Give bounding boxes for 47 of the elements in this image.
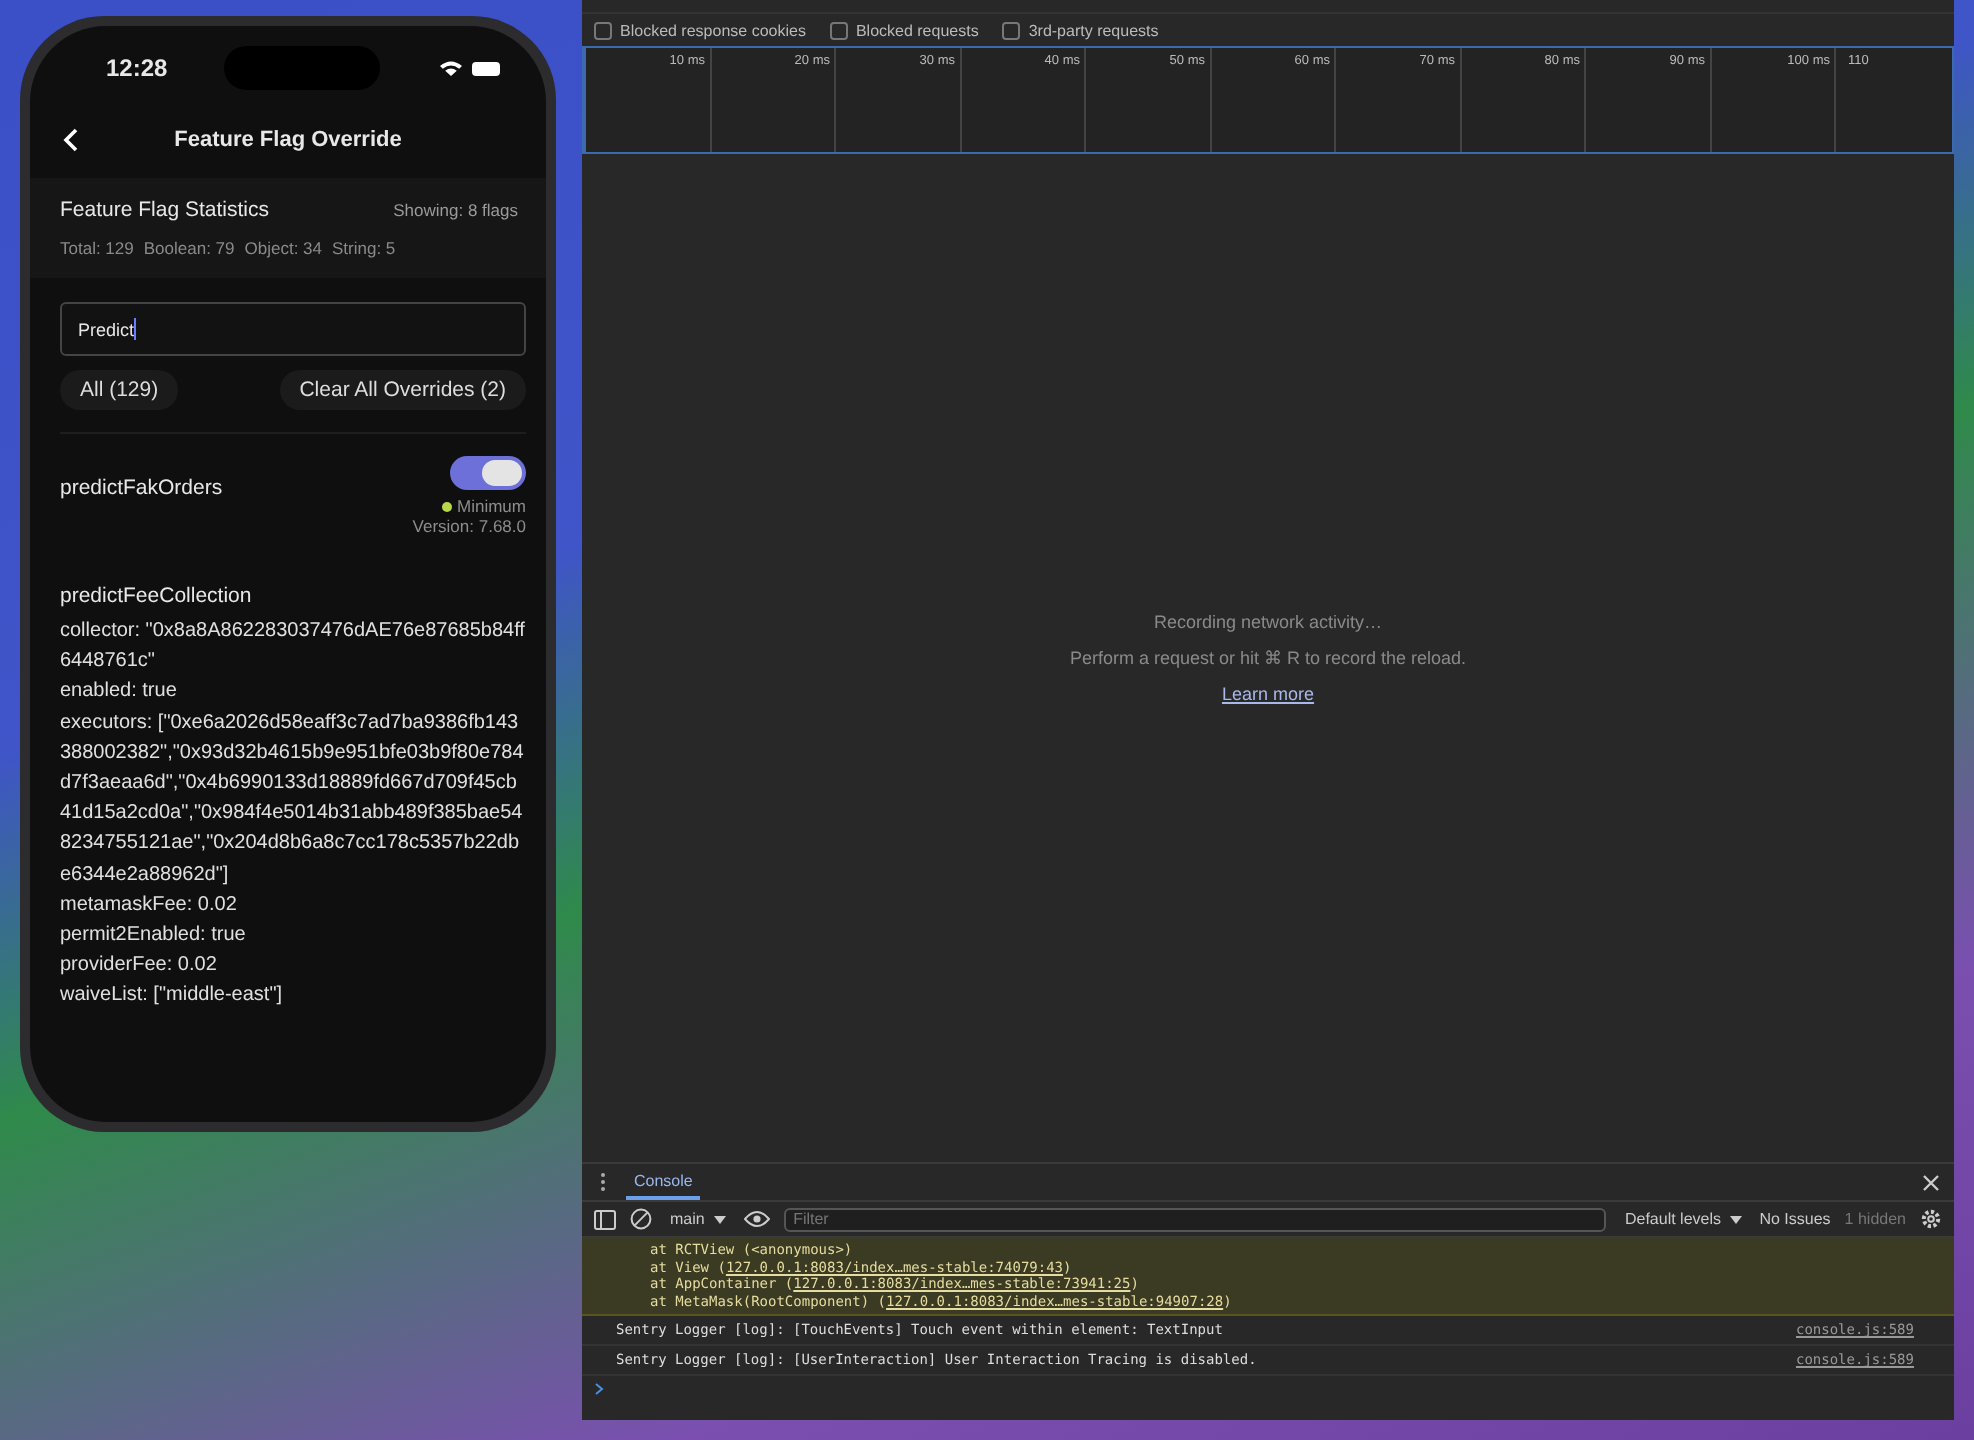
levels-dropdown[interactable]: Default levels <box>1620 1210 1746 1228</box>
stats-title: Feature Flag Statistics <box>60 198 269 222</box>
flag-property: waiveList: ["middle-east"] <box>60 982 285 1011</box>
issues-label: No Issues <box>1759 1210 1831 1228</box>
version-label: Version: 7.68.0 <box>412 516 526 536</box>
prompt-icon[interactable] <box>594 1382 604 1396</box>
stat-count: Total: 129 <box>60 238 134 258</box>
learn-more-link[interactable]: Learn more <box>1221 684 1315 704</box>
filter-checkbox[interactable]: Blocked requests <box>829 21 979 39</box>
flag-property: metamaskFee: 0.02 <box>60 891 239 920</box>
requirement-label: Minimum <box>457 496 526 516</box>
empty-hint: Perform a request or hit ⌘ R to record the reload. <box>1069 648 1467 668</box>
status-dot-icon <box>441 501 452 511</box>
wifi-icon <box>440 60 462 76</box>
console-filter-field[interactable]: Filter <box>783 1207 1607 1231</box>
sidebar-icon[interactable] <box>594 1209 616 1229</box>
flag-property: collector: "0x8a8A862283037476dAE76e87685b84ff6448761c" <box>60 618 526 677</box>
flag-property: permit2Enabled: true <box>60 922 248 951</box>
stat-count: Boolean: 79 <box>143 238 235 258</box>
status-time: 12:28 <box>106 54 168 82</box>
flag-property: enabled: true <box>60 678 179 707</box>
context-dropdown[interactable]: main <box>666 1210 730 1228</box>
close-icon[interactable] <box>1922 1173 1940 1191</box>
battery-icon <box>472 61 502 75</box>
filter-button[interactable]: Clear All Overrides (2) <box>279 370 526 410</box>
showing-count: Showing: 8 flags <box>393 200 518 220</box>
flag-name: predictFakOrders <box>60 476 223 504</box>
empty-title: Recording network activity… <box>1153 612 1383 632</box>
search-field[interactable]: Predict <box>60 302 526 356</box>
screen-title: Feature Flag Override <box>172 128 404 152</box>
settings-icon[interactable] <box>1920 1208 1942 1230</box>
stat-count: Object: 34 <box>244 238 322 258</box>
flag-name: predictFeeCollection <box>60 584 254 608</box>
toggle-switch[interactable] <box>450 456 526 490</box>
back-icon[interactable] <box>62 128 78 152</box>
clear-icon[interactable] <box>630 1208 652 1230</box>
more-icon[interactable] <box>600 1172 606 1192</box>
caret-icon <box>1729 1215 1742 1224</box>
eye-icon[interactable] <box>743 1210 770 1228</box>
hidden-count: 1 hidden <box>1844 1210 1906 1228</box>
flag-property: providerFee: 0.02 <box>60 952 219 981</box>
filter-checkbox[interactable]: Blocked response cookies <box>594 21 806 39</box>
stat-count: String: 5 <box>332 238 396 258</box>
caret-icon <box>713 1215 726 1224</box>
console-tab[interactable]: Console <box>626 1165 701 1199</box>
filter-checkbox[interactable]: 3rd-party requests <box>1002 21 1159 39</box>
filter-button[interactable]: All (129) <box>60 370 179 410</box>
